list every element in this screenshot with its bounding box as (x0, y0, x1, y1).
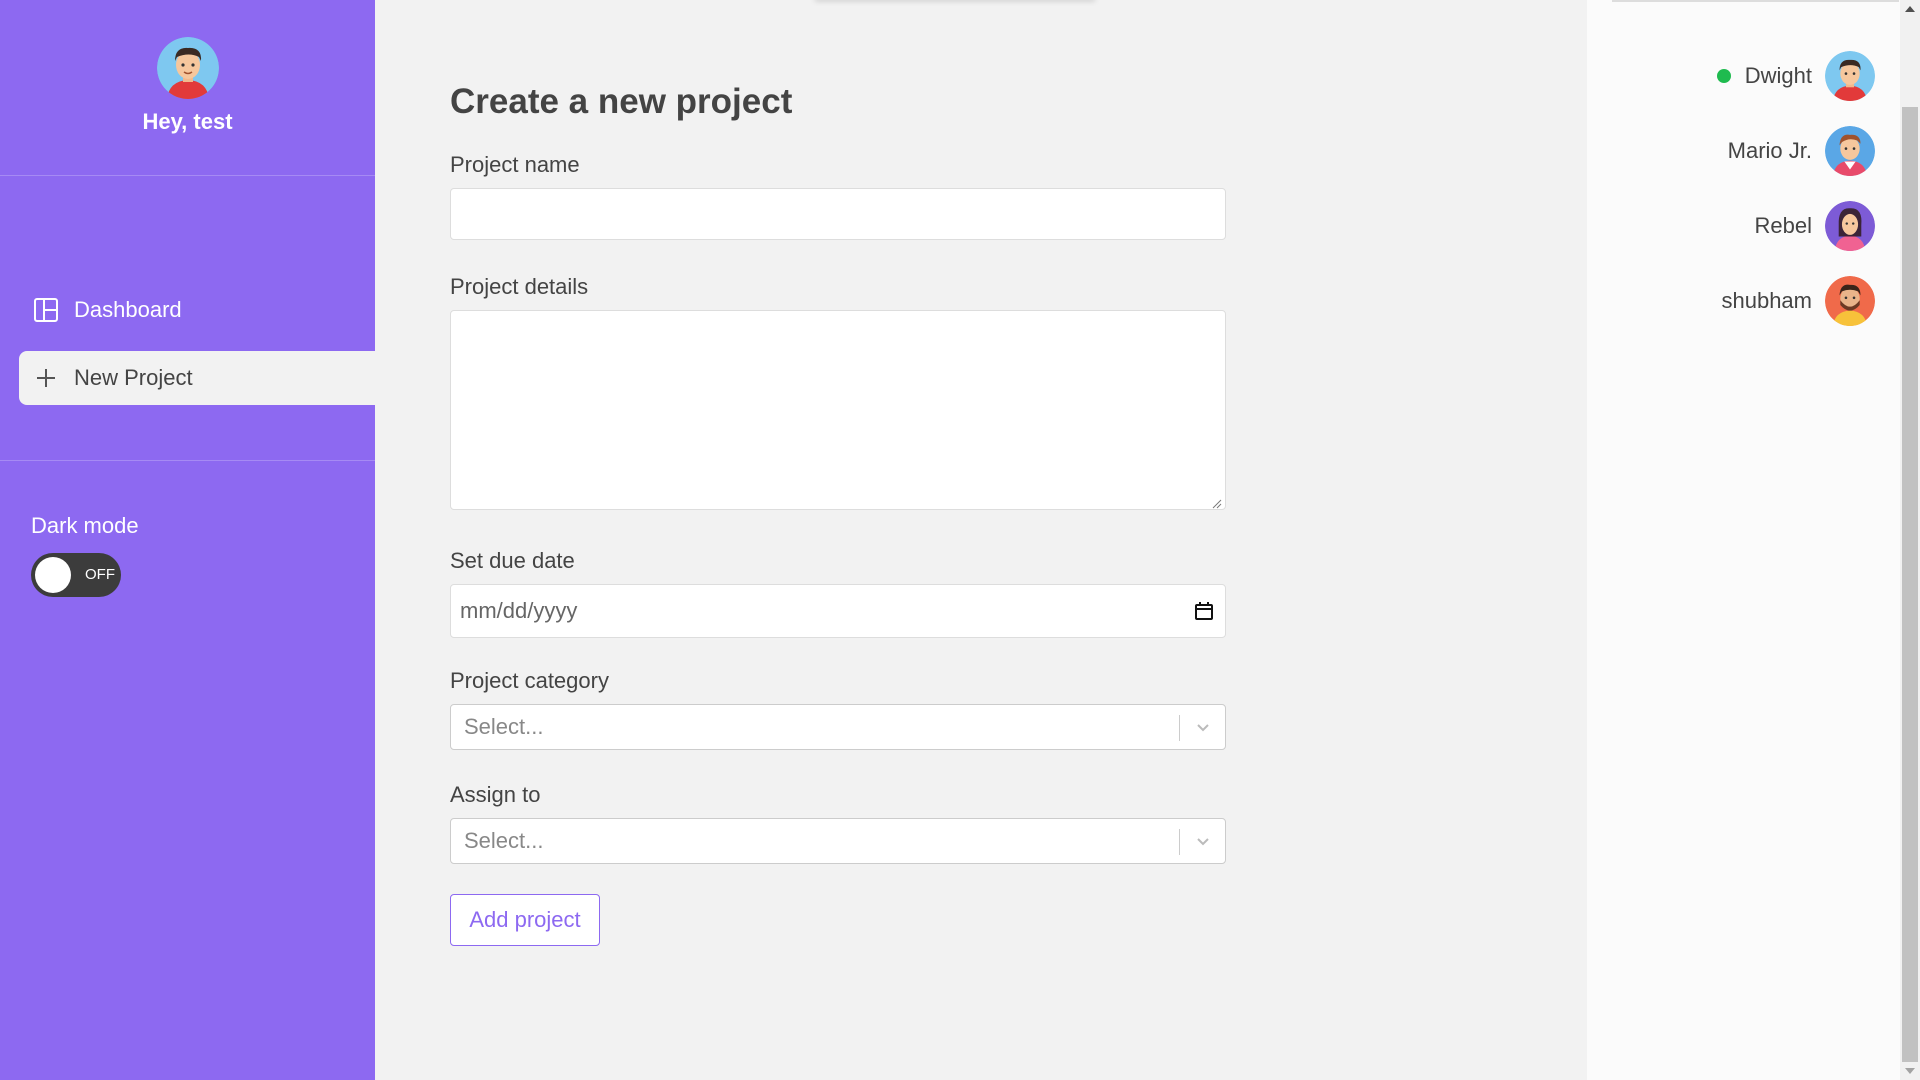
select-separator (1179, 715, 1180, 741)
due-date-label: Set due date (450, 548, 575, 573)
dark-mode-section: Dark mode OFF (0, 461, 375, 597)
page-title: Create a new project (450, 82, 793, 121)
sidebar-nav: Dashboard New Project (0, 176, 375, 461)
dark-mode-toggle[interactable]: OFF (31, 553, 121, 597)
online-user-item[interactable]: Rebel (1755, 201, 1875, 251)
user-avatar (1825, 126, 1875, 176)
due-date-placeholder: mm/dd/yyyy (460, 598, 578, 623)
project-details-label: Project details (450, 274, 589, 299)
project-details-textarea[interactable] (450, 310, 1226, 510)
project-category-select[interactable]: Select... (450, 704, 1226, 750)
greeting-text: Hey, test (142, 109, 233, 134)
user-avatar (1825, 201, 1875, 251)
online-user-item[interactable]: shubham (1721, 276, 1875, 326)
select-separator (1179, 829, 1180, 855)
sidebar-item-dashboard[interactable]: Dashboard (19, 283, 375, 337)
assign-to-label: Assign to (450, 782, 541, 807)
add-icon (33, 365, 59, 391)
project-name-input[interactable] (450, 188, 1226, 240)
project-category-label: Project category (450, 668, 609, 693)
toggle-state-text: OFF (85, 566, 115, 583)
user-avatar (1825, 276, 1875, 326)
dashboard-icon (33, 297, 59, 323)
online-status-dot (1716, 69, 1731, 83)
resize-grip-icon[interactable] (1212, 496, 1222, 509)
sidebar-item-label: New Project (74, 365, 193, 390)
user-avatar (156, 37, 219, 99)
calendar-icon[interactable] (1193, 600, 1215, 622)
sidebar: Hey, test Dashboard New Project Dark mod… (0, 0, 375, 1080)
sidebar-item-new-project[interactable]: New Project (19, 351, 375, 405)
dark-mode-label: Dark mode (31, 513, 139, 538)
assign-to-select[interactable]: Select... (450, 818, 1226, 864)
online-users-panel: Dwight Mario Jr. Rebel shubham (1587, 0, 1900, 1080)
add-project-button[interactable]: Add project (450, 894, 600, 946)
main-content: Create a new project Project name Projec… (375, 0, 1587, 1080)
page-scrollbar[interactable] (1900, 0, 1920, 1080)
user-avatar (1825, 51, 1875, 101)
user-block: Hey, test (0, 0, 375, 176)
due-date-input[interactable]: mm/dd/yyyy (450, 584, 1226, 638)
scroll-down-icon[interactable] (1905, 1068, 1915, 1074)
sidebar-item-label: Dashboard (74, 297, 182, 322)
online-user-item[interactable]: Mario Jr. (1728, 126, 1875, 176)
user-name: Mario Jr. (1727, 138, 1812, 163)
scroll-up-icon[interactable] (1905, 6, 1915, 12)
user-name: Dwight (1744, 63, 1812, 88)
toggle-knob (35, 557, 71, 593)
chevron-down-icon[interactable] (1193, 831, 1213, 851)
select-placeholder: Select... (464, 828, 544, 853)
user-name: shubham (1721, 288, 1812, 313)
select-placeholder: Select... (464, 714, 544, 739)
project-name-label: Project name (450, 152, 580, 177)
online-user-item[interactable]: Dwight (1716, 51, 1875, 101)
panel-divider (1612, 0, 1899, 2)
scrollbar-thumb[interactable] (1902, 107, 1918, 1062)
user-name: Rebel (1754, 213, 1812, 238)
chevron-down-icon[interactable] (1193, 717, 1213, 737)
